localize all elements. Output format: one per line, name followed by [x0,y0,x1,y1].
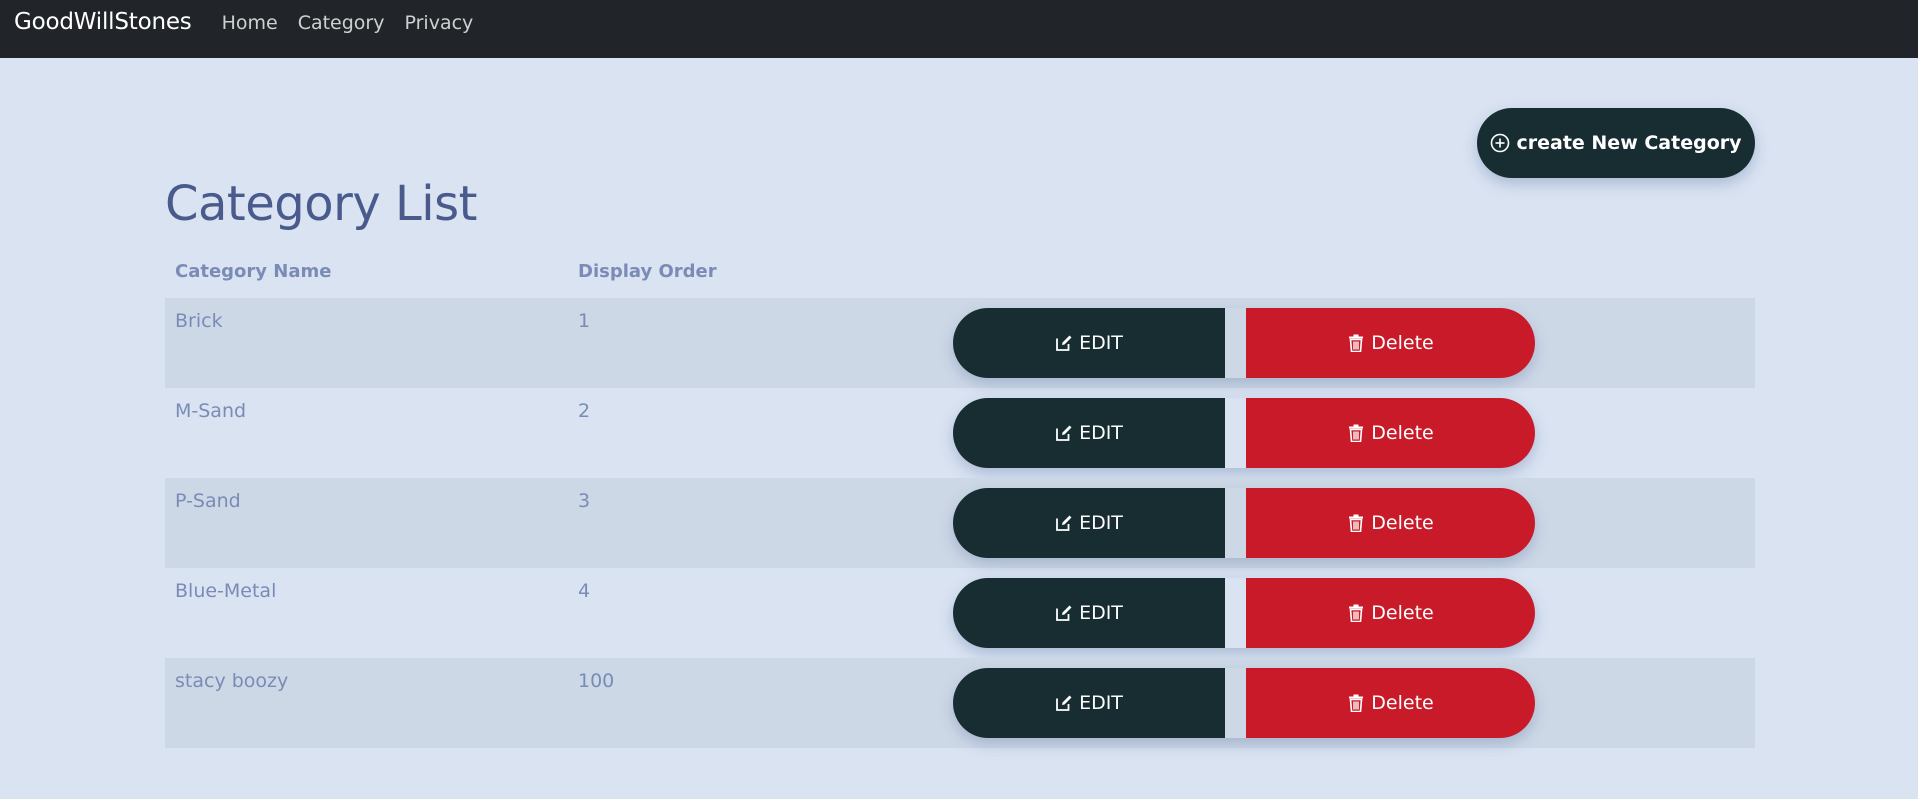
create-category-button[interactable]: create New Category [1477,108,1755,178]
display-order-cell: 2 [578,400,591,422]
delete-button[interactable]: Delete [1246,398,1535,468]
table-row: M-Sand 2 EDIT Delete [165,388,1755,478]
nav-link-privacy[interactable]: Privacy [404,11,473,34]
row-actions: EDIT Delete [953,488,1535,558]
edit-label: EDIT [1079,692,1123,714]
edit-label: EDIT [1079,332,1123,354]
display-order-cell: 1 [578,310,591,332]
delete-label: Delete [1371,692,1434,714]
pencil-square-icon [1055,334,1073,352]
display-order-cell: 3 [578,490,591,512]
trash-icon [1347,424,1365,442]
table-header: Category Name Display Order [165,255,1755,298]
delete-button[interactable]: Delete [1246,308,1535,378]
edit-label: EDIT [1079,602,1123,624]
trash-icon [1347,604,1365,622]
delete-button[interactable]: Delete [1246,578,1535,648]
column-header-display-order: Display Order [578,261,717,282]
edit-label: EDIT [1079,422,1123,444]
row-actions: EDIT Delete [953,398,1535,468]
delete-label: Delete [1371,512,1434,534]
edit-button[interactable]: EDIT [953,488,1225,558]
plus-circle-icon [1490,133,1516,153]
nav-links: Home Category Privacy [222,11,494,34]
row-actions: EDIT Delete [953,308,1535,378]
edit-button[interactable]: EDIT [953,578,1225,648]
delete-button[interactable]: Delete [1246,668,1535,738]
table-row: P-Sand 3 EDIT Delete [165,478,1755,568]
edit-label: EDIT [1079,512,1123,534]
row-actions: EDIT Delete [953,668,1535,738]
delete-label: Delete [1371,422,1434,444]
pencil-square-icon [1055,604,1073,622]
delete-label: Delete [1371,602,1434,624]
pencil-square-icon [1055,694,1073,712]
nav-link-category[interactable]: Category [298,11,385,34]
display-order-cell: 4 [578,580,591,602]
row-actions: EDIT Delete [953,578,1535,648]
display-order-cell: 100 [578,670,615,692]
edit-button[interactable]: EDIT [953,398,1225,468]
page-title: Category List [165,176,477,232]
edit-button[interactable]: EDIT [953,668,1225,738]
delete-button[interactable]: Delete [1246,488,1535,558]
nav-link-home[interactable]: Home [222,11,278,34]
trash-icon [1347,514,1365,532]
table-row: Blue-Metal 4 EDIT Delete [165,568,1755,658]
create-category-label: create New Category [1516,132,1742,154]
category-table: Category Name Display Order Brick 1 EDIT… [165,255,1755,748]
category-name-cell: P-Sand [175,490,241,512]
pencil-square-icon [1055,424,1073,442]
category-name-cell: M-Sand [175,400,247,422]
brand-link[interactable]: GoodWillStones [14,11,192,34]
table-row: Brick 1 EDIT Delete [165,298,1755,388]
category-name-cell: stacy boozy [175,670,289,692]
delete-label: Delete [1371,332,1434,354]
edit-button[interactable]: EDIT [953,308,1225,378]
category-name-cell: Blue-Metal [175,580,277,602]
table-row: stacy boozy 100 EDIT Delete [165,658,1755,748]
trash-icon [1347,694,1365,712]
navbar: GoodWillStones Home Category Privacy [0,0,1918,58]
trash-icon [1347,334,1365,352]
pencil-square-icon [1055,514,1073,532]
column-header-category-name: Category Name [175,261,332,282]
category-name-cell: Brick [175,310,223,332]
